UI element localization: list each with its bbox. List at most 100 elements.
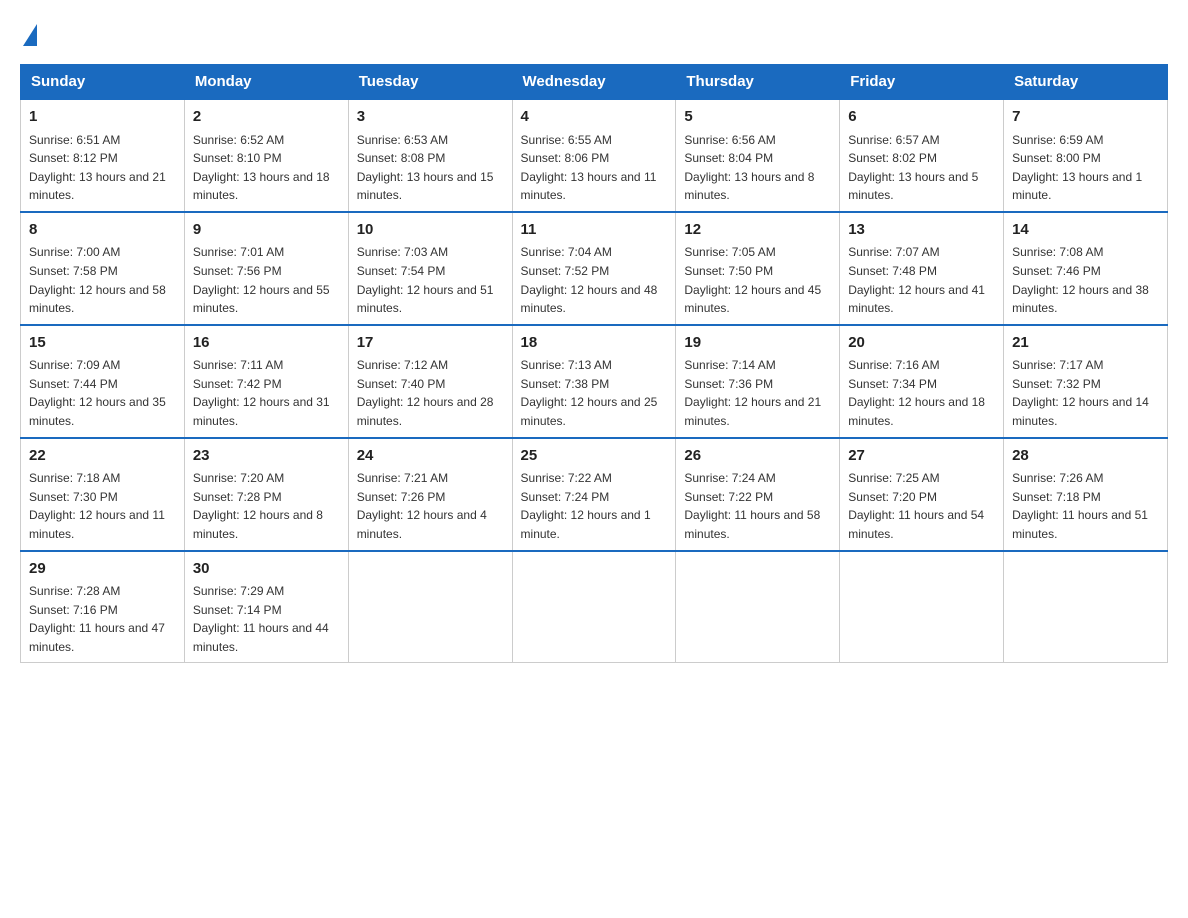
day-info: Sunrise: 7:16 AMSunset: 7:34 PMDaylight:… (848, 356, 995, 430)
day-info: Sunrise: 6:53 AMSunset: 8:08 PMDaylight:… (357, 131, 504, 205)
calendar-cell (676, 551, 840, 663)
day-number: 25 (521, 445, 668, 468)
col-header-friday: Friday (840, 65, 1004, 100)
day-info: Sunrise: 7:25 AMSunset: 7:20 PMDaylight:… (848, 469, 995, 543)
calendar-cell: 13Sunrise: 7:07 AMSunset: 7:48 PMDayligh… (840, 212, 1004, 325)
calendar-cell: 20Sunrise: 7:16 AMSunset: 7:34 PMDayligh… (840, 325, 1004, 438)
calendar-cell: 16Sunrise: 7:11 AMSunset: 7:42 PMDayligh… (184, 325, 348, 438)
day-number: 8 (29, 219, 176, 242)
day-number: 11 (521, 219, 668, 242)
calendar-cell: 10Sunrise: 7:03 AMSunset: 7:54 PMDayligh… (348, 212, 512, 325)
day-number: 17 (357, 332, 504, 355)
calendar-cell (348, 551, 512, 663)
day-number: 13 (848, 219, 995, 242)
day-number: 3 (357, 106, 504, 129)
day-number: 30 (193, 558, 340, 581)
day-number: 4 (521, 106, 668, 129)
day-info: Sunrise: 7:28 AMSunset: 7:16 PMDaylight:… (29, 582, 176, 656)
calendar-cell: 4Sunrise: 6:55 AMSunset: 8:06 PMDaylight… (512, 99, 676, 212)
day-number: 16 (193, 332, 340, 355)
day-info: Sunrise: 7:12 AMSunset: 7:40 PMDaylight:… (357, 356, 504, 430)
day-number: 5 (684, 106, 831, 129)
week-row-4: 22Sunrise: 7:18 AMSunset: 7:30 PMDayligh… (21, 438, 1168, 551)
calendar-cell: 29Sunrise: 7:28 AMSunset: 7:16 PMDayligh… (21, 551, 185, 663)
calendar-cell: 6Sunrise: 6:57 AMSunset: 8:02 PMDaylight… (840, 99, 1004, 212)
day-info: Sunrise: 7:07 AMSunset: 7:48 PMDaylight:… (848, 243, 995, 317)
day-number: 14 (1012, 219, 1159, 242)
day-number: 19 (684, 332, 831, 355)
col-header-sunday: Sunday (21, 65, 185, 100)
header (20, 20, 1168, 46)
calendar-cell: 8Sunrise: 7:00 AMSunset: 7:58 PMDaylight… (21, 212, 185, 325)
day-number: 26 (684, 445, 831, 468)
day-number: 22 (29, 445, 176, 468)
day-number: 23 (193, 445, 340, 468)
day-info: Sunrise: 7:17 AMSunset: 7:32 PMDaylight:… (1012, 356, 1159, 430)
calendar-cell: 19Sunrise: 7:14 AMSunset: 7:36 PMDayligh… (676, 325, 840, 438)
day-info: Sunrise: 7:13 AMSunset: 7:38 PMDaylight:… (521, 356, 668, 430)
day-number: 24 (357, 445, 504, 468)
day-info: Sunrise: 7:09 AMSunset: 7:44 PMDaylight:… (29, 356, 176, 430)
calendar-cell: 22Sunrise: 7:18 AMSunset: 7:30 PMDayligh… (21, 438, 185, 551)
day-info: Sunrise: 7:24 AMSunset: 7:22 PMDaylight:… (684, 469, 831, 543)
day-number: 15 (29, 332, 176, 355)
day-info: Sunrise: 7:22 AMSunset: 7:24 PMDaylight:… (521, 469, 668, 543)
day-number: 27 (848, 445, 995, 468)
col-header-tuesday: Tuesday (348, 65, 512, 100)
logo-triangle-icon (23, 24, 37, 46)
calendar-cell: 7Sunrise: 6:59 AMSunset: 8:00 PMDaylight… (1004, 99, 1168, 212)
day-info: Sunrise: 7:21 AMSunset: 7:26 PMDaylight:… (357, 469, 504, 543)
week-row-2: 8Sunrise: 7:00 AMSunset: 7:58 PMDaylight… (21, 212, 1168, 325)
col-header-saturday: Saturday (1004, 65, 1168, 100)
calendar-cell (840, 551, 1004, 663)
week-row-1: 1Sunrise: 6:51 AMSunset: 8:12 PMDaylight… (21, 99, 1168, 212)
day-number: 18 (521, 332, 668, 355)
day-info: Sunrise: 6:57 AMSunset: 8:02 PMDaylight:… (848, 131, 995, 205)
day-info: Sunrise: 7:04 AMSunset: 7:52 PMDaylight:… (521, 243, 668, 317)
week-row-5: 29Sunrise: 7:28 AMSunset: 7:16 PMDayligh… (21, 551, 1168, 663)
day-info: Sunrise: 7:05 AMSunset: 7:50 PMDaylight:… (684, 243, 831, 317)
calendar-cell: 1Sunrise: 6:51 AMSunset: 8:12 PMDaylight… (21, 99, 185, 212)
day-info: Sunrise: 6:56 AMSunset: 8:04 PMDaylight:… (684, 131, 831, 205)
calendar-cell: 12Sunrise: 7:05 AMSunset: 7:50 PMDayligh… (676, 212, 840, 325)
header-row: SundayMondayTuesdayWednesdayThursdayFrid… (21, 65, 1168, 100)
day-info: Sunrise: 7:11 AMSunset: 7:42 PMDaylight:… (193, 356, 340, 430)
calendar-cell: 15Sunrise: 7:09 AMSunset: 7:44 PMDayligh… (21, 325, 185, 438)
day-info: Sunrise: 7:03 AMSunset: 7:54 PMDaylight:… (357, 243, 504, 317)
day-info: Sunrise: 7:18 AMSunset: 7:30 PMDaylight:… (29, 469, 176, 543)
day-number: 28 (1012, 445, 1159, 468)
col-header-monday: Monday (184, 65, 348, 100)
logo (20, 20, 37, 46)
calendar-cell: 30Sunrise: 7:29 AMSunset: 7:14 PMDayligh… (184, 551, 348, 663)
calendar-cell: 25Sunrise: 7:22 AMSunset: 7:24 PMDayligh… (512, 438, 676, 551)
calendar-cell: 21Sunrise: 7:17 AMSunset: 7:32 PMDayligh… (1004, 325, 1168, 438)
day-number: 9 (193, 219, 340, 242)
col-header-wednesday: Wednesday (512, 65, 676, 100)
day-info: Sunrise: 7:00 AMSunset: 7:58 PMDaylight:… (29, 243, 176, 317)
day-number: 12 (684, 219, 831, 242)
calendar-cell: 28Sunrise: 7:26 AMSunset: 7:18 PMDayligh… (1004, 438, 1168, 551)
calendar-cell: 9Sunrise: 7:01 AMSunset: 7:56 PMDaylight… (184, 212, 348, 325)
day-info: Sunrise: 6:51 AMSunset: 8:12 PMDaylight:… (29, 131, 176, 205)
calendar-cell: 14Sunrise: 7:08 AMSunset: 7:46 PMDayligh… (1004, 212, 1168, 325)
calendar-table: SundayMondayTuesdayWednesdayThursdayFrid… (20, 64, 1168, 663)
day-info: Sunrise: 7:01 AMSunset: 7:56 PMDaylight:… (193, 243, 340, 317)
calendar-cell: 11Sunrise: 7:04 AMSunset: 7:52 PMDayligh… (512, 212, 676, 325)
calendar-cell: 3Sunrise: 6:53 AMSunset: 8:08 PMDaylight… (348, 99, 512, 212)
calendar-cell: 5Sunrise: 6:56 AMSunset: 8:04 PMDaylight… (676, 99, 840, 212)
day-number: 2 (193, 106, 340, 129)
calendar-cell: 2Sunrise: 6:52 AMSunset: 8:10 PMDaylight… (184, 99, 348, 212)
day-number: 6 (848, 106, 995, 129)
day-info: Sunrise: 7:08 AMSunset: 7:46 PMDaylight:… (1012, 243, 1159, 317)
week-row-3: 15Sunrise: 7:09 AMSunset: 7:44 PMDayligh… (21, 325, 1168, 438)
day-number: 21 (1012, 332, 1159, 355)
calendar-cell (1004, 551, 1168, 663)
day-number: 10 (357, 219, 504, 242)
day-number: 29 (29, 558, 176, 581)
calendar-cell: 26Sunrise: 7:24 AMSunset: 7:22 PMDayligh… (676, 438, 840, 551)
day-number: 1 (29, 106, 176, 129)
calendar-cell: 27Sunrise: 7:25 AMSunset: 7:20 PMDayligh… (840, 438, 1004, 551)
day-info: Sunrise: 6:55 AMSunset: 8:06 PMDaylight:… (521, 131, 668, 205)
day-info: Sunrise: 7:29 AMSunset: 7:14 PMDaylight:… (193, 582, 340, 656)
calendar-cell (512, 551, 676, 663)
